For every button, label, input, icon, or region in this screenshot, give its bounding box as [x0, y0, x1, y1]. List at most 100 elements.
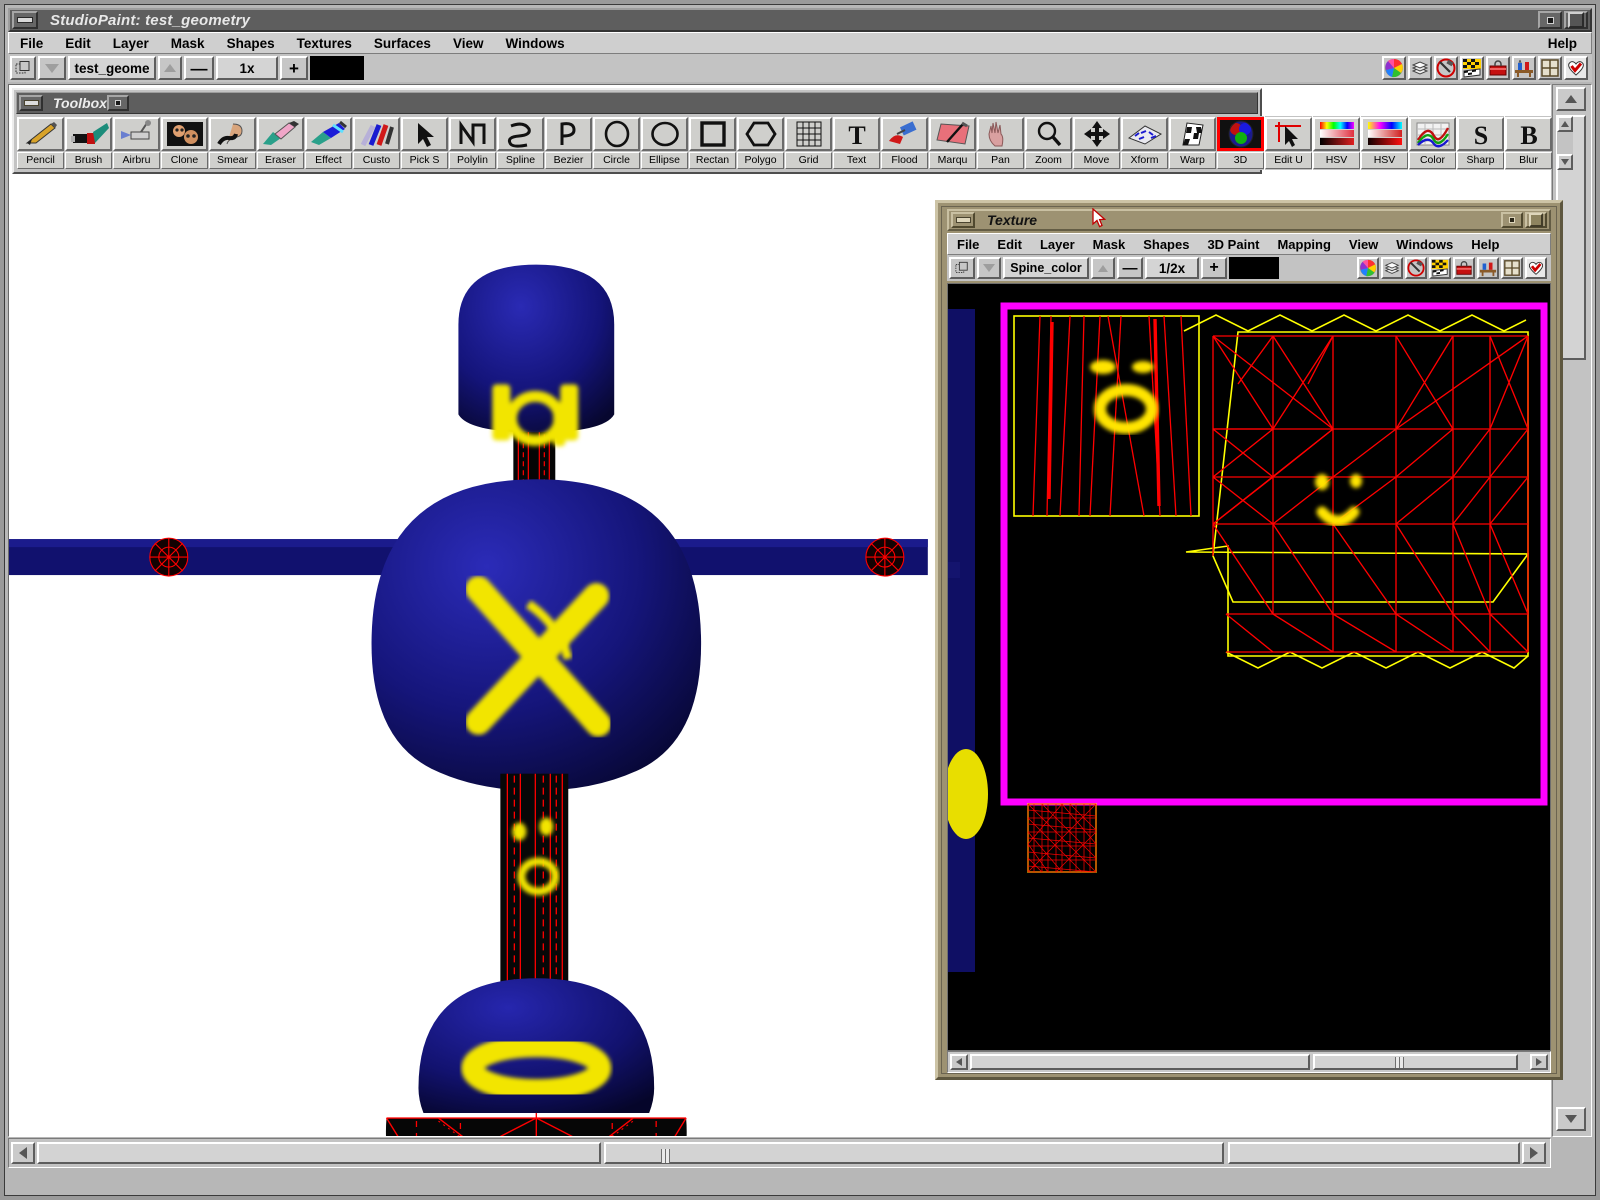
toolbox-scroll-down-button[interactable]	[1557, 154, 1573, 170]
texture-menu-view[interactable]: View	[1340, 235, 1387, 254]
texture-zoom-level-field[interactable]: 1/2x	[1145, 257, 1199, 279]
texture-maximize-button[interactable]	[1525, 212, 1547, 228]
toolbox-scroll-buttons[interactable]	[1557, 116, 1573, 170]
tool-zoom[interactable]: Zoom	[1025, 116, 1072, 170]
layers-icon[interactable]	[1381, 257, 1403, 279]
menu-item-surfaces[interactable]: Surfaces	[363, 34, 442, 53]
zoom-level-field[interactable]: 1x	[216, 56, 278, 80]
tool-grid[interactable]: Grid	[785, 116, 832, 170]
texture-title-bar[interactable]: Texture	[947, 209, 1551, 231]
tool-xform[interactable]: Xform	[1121, 116, 1168, 170]
tool-polyline[interactable]: Polylin	[449, 116, 496, 170]
texture-menu-help[interactable]: Help	[1462, 235, 1509, 254]
window-icon[interactable]	[1501, 257, 1523, 279]
heart-check-icon[interactable]	[1525, 257, 1547, 279]
texture-layer-up-button[interactable]	[1091, 257, 1115, 279]
texture-layer-name-field[interactable]: Spine_color	[1003, 257, 1089, 279]
texture-menu-shapes[interactable]: Shapes	[1134, 235, 1198, 254]
workbench-icon[interactable]	[1477, 257, 1499, 279]
tool-airbrush[interactable]: Airbru	[113, 116, 160, 170]
hammer-icon[interactable]	[1405, 257, 1427, 279]
maximize-button[interactable]	[1564, 11, 1588, 29]
tool-warp[interactable]: Warp	[1169, 116, 1216, 170]
workbench-icon[interactable]	[1512, 56, 1536, 80]
texture-menu-file[interactable]: File	[948, 235, 988, 254]
tool-polygon[interactable]: Polygo	[737, 116, 784, 170]
zoom-out-button[interactable]: —	[184, 56, 214, 80]
tool-three-d[interactable]: 3D	[1217, 116, 1264, 170]
window-icon[interactable]	[1538, 56, 1562, 80]
viewport-horizontal-scrollbar[interactable]	[8, 1138, 1551, 1168]
tool-ellipse[interactable]: Ellipse	[641, 116, 688, 170]
tool-flood[interactable]: Flood	[881, 116, 928, 170]
texture-restore-button[interactable]	[1501, 212, 1523, 228]
minimize-button[interactable]	[12, 11, 38, 29]
menu-item-edit[interactable]: Edit	[54, 34, 102, 53]
tool-pan[interactable]: Pan	[977, 116, 1024, 170]
heart-check-icon[interactable]	[1564, 56, 1588, 80]
toolbox-icon[interactable]	[1486, 56, 1510, 80]
texture-zoom-out-button[interactable]: —	[1117, 257, 1143, 279]
tool-effect[interactable]: Effect	[305, 116, 352, 170]
texture-scroll-thumb-a[interactable]	[970, 1054, 1310, 1070]
scroll-left-button[interactable]	[11, 1142, 35, 1164]
horizontal-scroll-track-tail[interactable]	[1228, 1142, 1520, 1164]
texture-layer-stack-button[interactable]	[949, 257, 975, 279]
tool-circle[interactable]: Circle	[593, 116, 640, 170]
scroll-up-button[interactable]	[1556, 87, 1586, 111]
texture-color-swatch[interactable]	[1229, 257, 1279, 279]
layer-name-field[interactable]: test_geome	[68, 56, 156, 80]
texture-menu-layer[interactable]: Layer	[1031, 235, 1084, 254]
color-wheel-icon[interactable]	[1382, 56, 1406, 80]
texture-zoom-in-button[interactable]: +	[1201, 257, 1227, 279]
tool-hsv-1[interactable]: HSV	[1313, 116, 1360, 170]
texture-layer-dropdown-button[interactable]	[977, 257, 1001, 279]
layer-stack-button[interactable]	[10, 56, 36, 80]
texture-menu-edit[interactable]: Edit	[988, 235, 1031, 254]
texture-horizontal-scrollbar[interactable]	[947, 1051, 1551, 1073]
tool-color[interactable]: Color	[1409, 116, 1456, 170]
texture-menu-mask[interactable]: Mask	[1084, 235, 1135, 254]
texture-menu-3d-paint[interactable]: 3D Paint	[1198, 235, 1268, 254]
horizontal-scroll-thumb-left[interactable]	[37, 1142, 601, 1164]
scroll-down-button[interactable]	[1556, 1107, 1586, 1131]
tool-hsv-2[interactable]: HSV	[1361, 116, 1408, 170]
checker-flag-icon[interactable]	[1429, 257, 1451, 279]
tool-bezier[interactable]: Bezier	[545, 116, 592, 170]
layer-up-button[interactable]	[158, 56, 182, 80]
menu-item-layer[interactable]: Layer	[102, 34, 160, 53]
menu-item-windows[interactable]: Windows	[494, 34, 575, 53]
tool-spline[interactable]: Spline	[497, 116, 544, 170]
horizontal-scroll-thumb-right[interactable]	[604, 1142, 1224, 1164]
texture-scroll-left-button[interactable]	[950, 1054, 968, 1070]
zoom-in-button[interactable]: +	[280, 56, 308, 80]
menu-item-textures[interactable]: Textures	[286, 34, 363, 53]
toolbox-minimize-button[interactable]	[19, 95, 43, 111]
texture-menu-mapping[interactable]: Mapping	[1268, 235, 1339, 254]
tool-clone[interactable]: Clone	[161, 116, 208, 170]
menu-item-view[interactable]: View	[442, 34, 495, 53]
menu-item-help[interactable]: Help	[1537, 34, 1591, 53]
texture-scroll-right-button[interactable]	[1530, 1054, 1548, 1070]
tool-blur[interactable]: B Blur	[1505, 116, 1552, 170]
tool-brush[interactable]: Brush	[65, 116, 112, 170]
layers-icon[interactable]	[1408, 56, 1432, 80]
foreground-color-swatch[interactable]	[310, 56, 364, 80]
texture-canvas[interactable]	[947, 283, 1551, 1051]
tool-text[interactable]: T Text	[833, 116, 880, 170]
restore-button[interactable]	[1538, 11, 1562, 29]
layer-dropdown-button[interactable]	[38, 56, 66, 80]
tool-pick-select[interactable]: Pick S	[401, 116, 448, 170]
toolbox-scroll-up-button[interactable]	[1557, 116, 1573, 132]
tool-sharpen[interactable]: S Sharp	[1457, 116, 1504, 170]
toolbox-restore-button[interactable]	[106, 95, 129, 111]
toolbox-title-bar[interactable]: Toolbox	[16, 92, 1258, 114]
tool-edit-uv[interactable]: Edit U	[1265, 116, 1312, 170]
tool-smear[interactable]: Smear	[209, 116, 256, 170]
tool-rectangle[interactable]: Rectan	[689, 116, 736, 170]
texture-minimize-button[interactable]	[951, 212, 975, 228]
checker-flag-icon[interactable]	[1460, 56, 1484, 80]
menu-item-mask[interactable]: Mask	[160, 34, 216, 53]
tool-move[interactable]: Move	[1073, 116, 1120, 170]
color-wheel-icon[interactable]	[1357, 257, 1379, 279]
